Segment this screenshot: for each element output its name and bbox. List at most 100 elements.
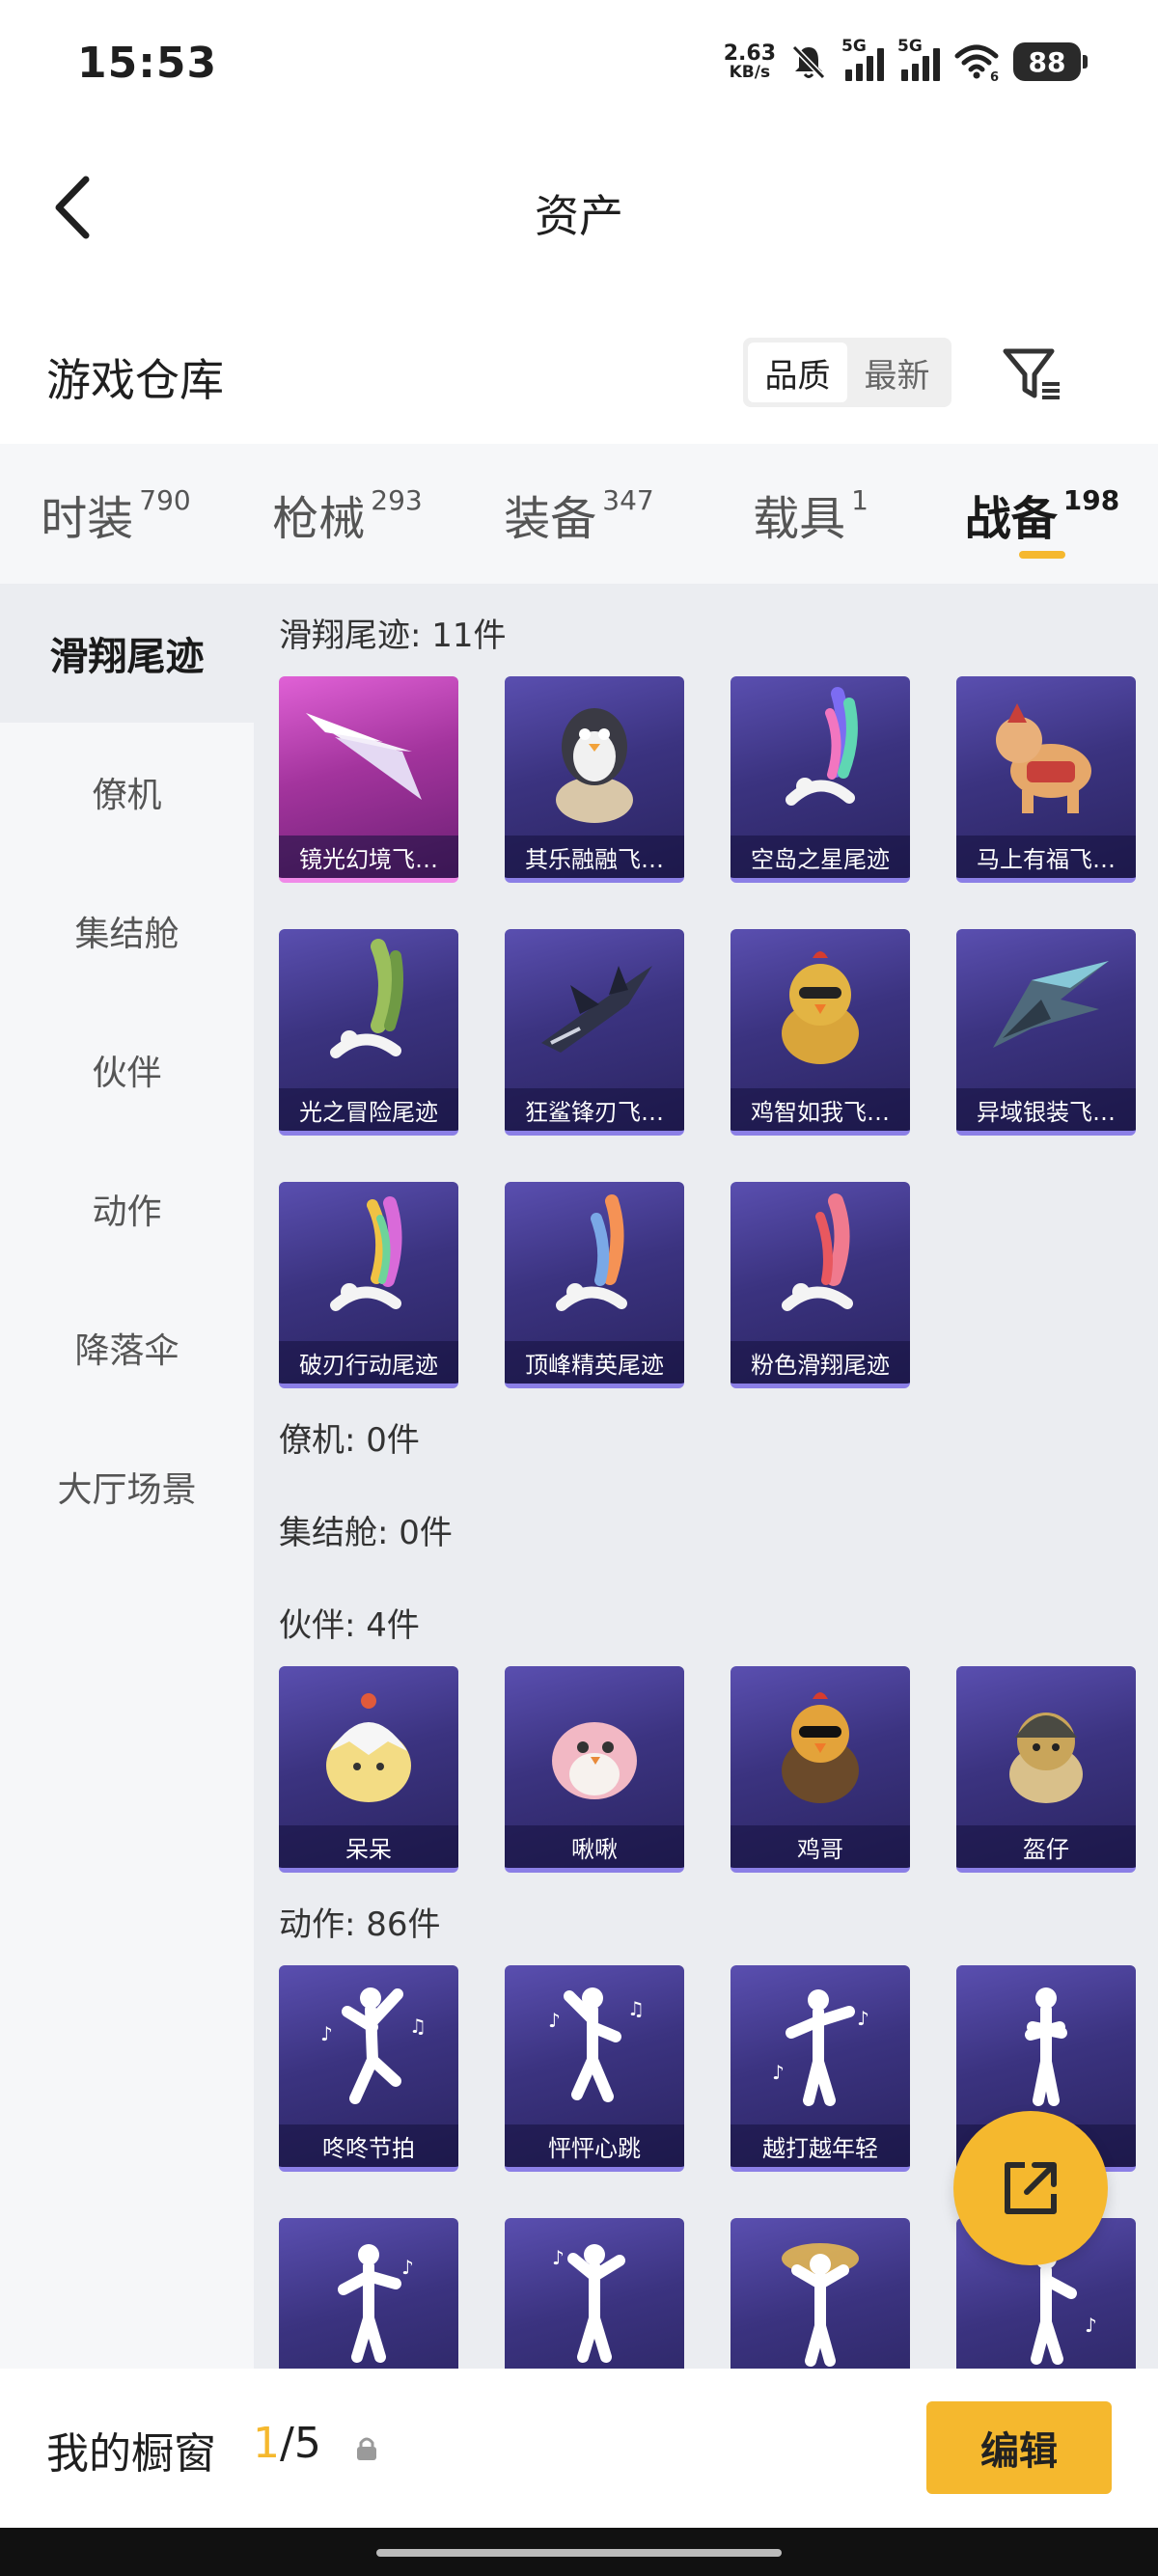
- sidebar-item-rally-pod[interactable]: 集结舱: [0, 862, 254, 1000]
- item-label: 镜光幻境飞…: [279, 836, 458, 878]
- svg-text:♫: ♫: [409, 2014, 427, 2038]
- svg-text:♪: ♪: [552, 2246, 565, 2269]
- item-card[interactable]: ♪: [279, 2218, 458, 2369]
- green-smoke-art: [279, 929, 458, 1088]
- edit-button[interactable]: 编辑: [926, 2401, 1112, 2494]
- item-label: 破刃行动尾迹: [279, 1341, 458, 1384]
- item-card[interactable]: 鸡哥: [731, 1666, 910, 1873]
- system-nav-area: [0, 2528, 1158, 2576]
- section-title-emote: 动作: 86件: [279, 1905, 441, 1944]
- sort-toggle: 品质 最新: [743, 338, 951, 407]
- helmet-chick-art: [956, 1666, 1136, 1825]
- showcase-count: 1/5: [253, 2419, 321, 2468]
- sidebar-item-parachute[interactable]: 降落伞: [0, 1278, 254, 1417]
- rainbow-smoke-art: [279, 1182, 458, 1341]
- item-card[interactable]: ♪ ♪ 越打越年轻: [731, 1965, 910, 2172]
- item-card[interactable]: 呆呆: [279, 1666, 458, 1873]
- tab-label: 枪械: [272, 492, 366, 546]
- horse-toy-art: [956, 676, 1136, 836]
- item-card[interactable]: 其乐融融飞…: [505, 676, 684, 883]
- filter-button[interactable]: [1000, 340, 1067, 407]
- wifi-icon: 6: [954, 44, 999, 81]
- showcase-label: 我的橱窗: [46, 2429, 216, 2479]
- item-card[interactable]: 光之冒险尾迹: [279, 929, 458, 1136]
- item-card[interactable]: 空岛之星尾迹: [731, 676, 910, 883]
- tab-weapons[interactable]: 枪械 293: [232, 444, 463, 584]
- svg-text:♪: ♪: [320, 2022, 333, 2045]
- svg-text:♫: ♫: [627, 1997, 645, 2020]
- section-title-companion: 伙伴: 4件: [279, 1606, 420, 1645]
- item-label: 盔仔: [956, 1825, 1136, 1868]
- network-speed: 2.63 KB/s: [724, 42, 776, 81]
- item-card[interactable]: 镜光幻境飞…: [279, 676, 458, 883]
- sort-option-quality[interactable]: 品质: [748, 343, 847, 402]
- item-card[interactable]: 鸡智如我飞…: [731, 929, 910, 1136]
- section-title-glide-trail: 滑翔尾迹: 11件: [279, 617, 507, 655]
- item-card[interactable]: [731, 2218, 910, 2369]
- item-card[interactable]: 粉色滑翔尾迹: [731, 1182, 910, 1388]
- sort-option-newest[interactable]: 最新: [847, 343, 947, 402]
- item-label: 呆呆: [279, 1825, 458, 1868]
- wing-trail-art: [279, 676, 458, 836]
- tab-label: 装备: [504, 492, 597, 546]
- penguin-art: [505, 676, 684, 836]
- sidebar-item-wingman[interactable]: 僚机: [0, 723, 254, 862]
- section-title-rally-pod: 集结舱: 0件: [279, 1514, 453, 1552]
- sidebar-item-glide-trail[interactable]: 滑翔尾迹: [0, 584, 254, 723]
- svg-text:♪: ♪: [857, 2007, 869, 2030]
- item-card[interactable]: 异域银装飞…: [956, 929, 1136, 1136]
- golden-glow-dance-art: [731, 2218, 910, 2369]
- status-bar: 15:53 2.63 KB/s 5G 5G 6 88: [0, 0, 1158, 125]
- sidebar-item-emote[interactable]: 动作: [0, 1139, 254, 1278]
- tab-vehicles[interactable]: 载具 1: [695, 444, 926, 584]
- svg-text:♪: ♪: [401, 2256, 414, 2279]
- item-card[interactable]: 狂鲨锋刃飞…: [505, 929, 684, 1136]
- item-card[interactable]: ♪: [505, 2218, 684, 2369]
- tab-label: 载具: [753, 492, 846, 546]
- item-card[interactable]: ♪ ♫ 怦怦心跳: [505, 1965, 684, 2172]
- home-indicator[interactable]: [376, 2549, 782, 2557]
- shark-blade-art: [505, 929, 684, 1088]
- item-label: 啾啾: [505, 1825, 684, 1868]
- tab-count: 1: [851, 484, 868, 516]
- share-button[interactable]: [953, 2111, 1108, 2265]
- pink-bird-art: [505, 1666, 684, 1825]
- sidebar-item-lobby-scene[interactable]: 大厅场景: [0, 1417, 254, 1556]
- item-card[interactable]: ♪ ♫ 咚咚节拍: [279, 1965, 458, 2172]
- rooster-sunglasses-art: [731, 1666, 910, 1825]
- item-card[interactable]: 马上有福飞…: [956, 676, 1136, 883]
- dance-pose-art: ♪: [505, 2218, 684, 2369]
- mute-bell-icon: [791, 44, 826, 80]
- tab-count: 347: [602, 484, 654, 516]
- item-card[interactable]: 盔仔: [956, 1666, 1136, 1873]
- item-label: 其乐融融飞…: [505, 836, 684, 878]
- item-card[interactable]: 啾啾: [505, 1666, 684, 1873]
- chicken-mascot-art: [731, 929, 910, 1088]
- item-label: 越打越年轻: [731, 2124, 910, 2167]
- tab-readiness[interactable]: 战备 198: [926, 444, 1158, 584]
- tab-count: 293: [371, 484, 423, 516]
- wifi-band-label: 6: [990, 70, 999, 81]
- sim1-label: 5G: [841, 37, 867, 56]
- dance-pose-art: ♪ ♫: [505, 1965, 684, 2124]
- page-header: 资产: [0, 145, 1158, 270]
- tab-label: 战备: [964, 492, 1058, 546]
- item-card[interactable]: 破刃行动尾迹: [279, 1182, 458, 1388]
- rainbow-smoke-art: [731, 676, 910, 836]
- share-icon: [1005, 2162, 1057, 2214]
- svg-text:♪: ♪: [1085, 2314, 1097, 2337]
- item-label: 怦怦心跳: [505, 2124, 684, 2167]
- item-card[interactable]: 顶峰精英尾迹: [505, 1182, 684, 1388]
- showcase-current: 1: [253, 2419, 280, 2468]
- showcase-total: /5: [280, 2419, 321, 2468]
- silver-wing-art: [956, 929, 1136, 1088]
- item-label: 异域银装飞…: [956, 1088, 1136, 1131]
- dance-pose-art: [956, 1965, 1136, 2124]
- tab-fashion[interactable]: 时装 790: [0, 444, 232, 584]
- status-time: 15:53: [77, 39, 218, 88]
- tab-label: 时装: [41, 492, 134, 546]
- item-label: 空岛之星尾迹: [731, 836, 910, 878]
- tab-equipment[interactable]: 装备 347: [463, 444, 695, 584]
- sidebar-item-companion[interactable]: 伙伴: [0, 1000, 254, 1139]
- item-label: 狂鲨锋刃飞…: [505, 1088, 684, 1131]
